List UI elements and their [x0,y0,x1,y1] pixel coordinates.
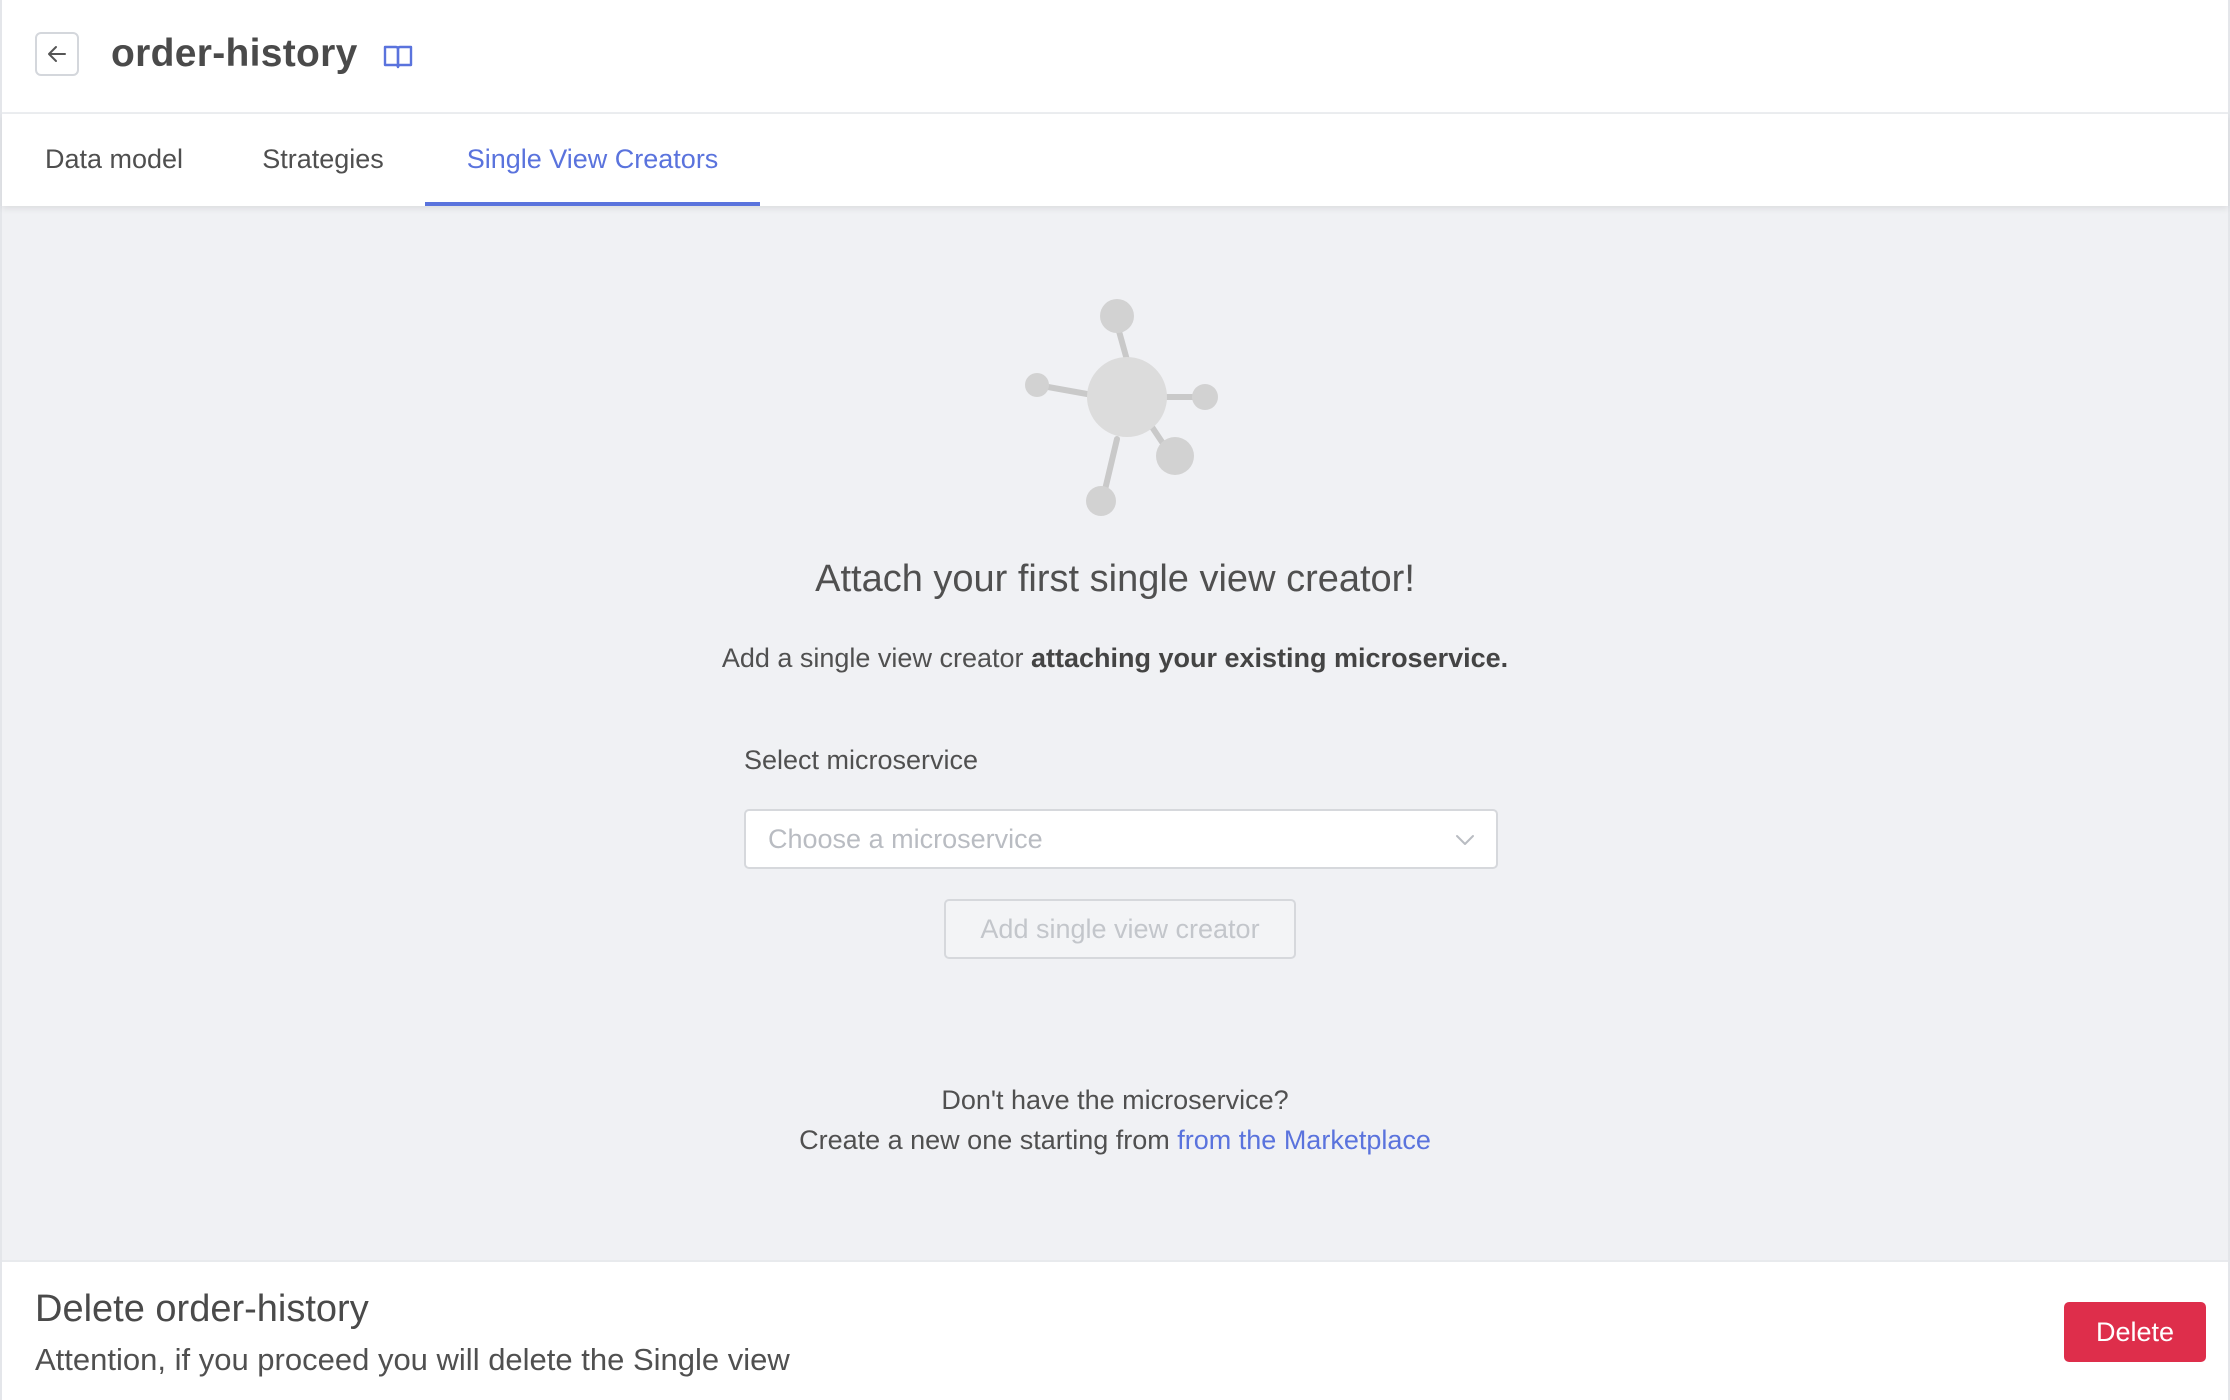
marketplace-link[interactable]: from the Marketplace [1177,1125,1431,1155]
arrow-left-icon [48,46,66,62]
delete-section-title: Delete order-history [35,1288,369,1330]
help-question: Don't have the microservice? [941,1085,1289,1115]
subtitle-bold: attaching your existing microservice. [1030,643,1509,673]
select-microservice-label: Select microservice [744,745,979,775]
single-view-page: order-history Data model Strategies Sing… [0,0,2230,1400]
tab-data-model[interactable]: Data model [16,114,212,206]
page-title: order-history [111,32,358,75]
tab-strategies[interactable]: Strategies [232,114,414,206]
tab-bar: Data model Strategies Single View Creato… [2,114,2228,206]
page-header: order-history [2,0,2228,114]
open-book-icon[interactable] [382,40,414,72]
empty-state-subtitle: Add a single view creator attaching your… [2,638,2228,678]
delete-section: Delete order-history Attention, if you p… [2,1260,2228,1400]
add-single-view-creator-button[interactable]: Add single view creator [944,899,1296,959]
microservice-select[interactable]: Choose a microservice [744,809,1498,869]
subtitle-prefix: Add a single view creator [721,643,1031,673]
empty-state-panel: Attach your first single view creator! A… [2,206,2228,1260]
network-hub-icon [1025,299,1218,516]
delete-section-description: Attention, if you proceed you will delet… [35,1342,790,1377]
tab-single-view-creators[interactable]: Single View Creators [425,114,760,206]
chevron-down-icon [1456,835,1474,845]
select-placeholder: Choose a microservice [768,824,1043,854]
help-marketplace-text: Create a new one starting from from the … [2,1120,2228,1160]
empty-state-heading: Attach your first single view creator! [815,558,1415,600]
back-button[interactable] [35,32,79,76]
delete-button[interactable]: Delete [2064,1302,2206,1362]
help-prefix: Create a new one starting from [799,1125,1178,1155]
